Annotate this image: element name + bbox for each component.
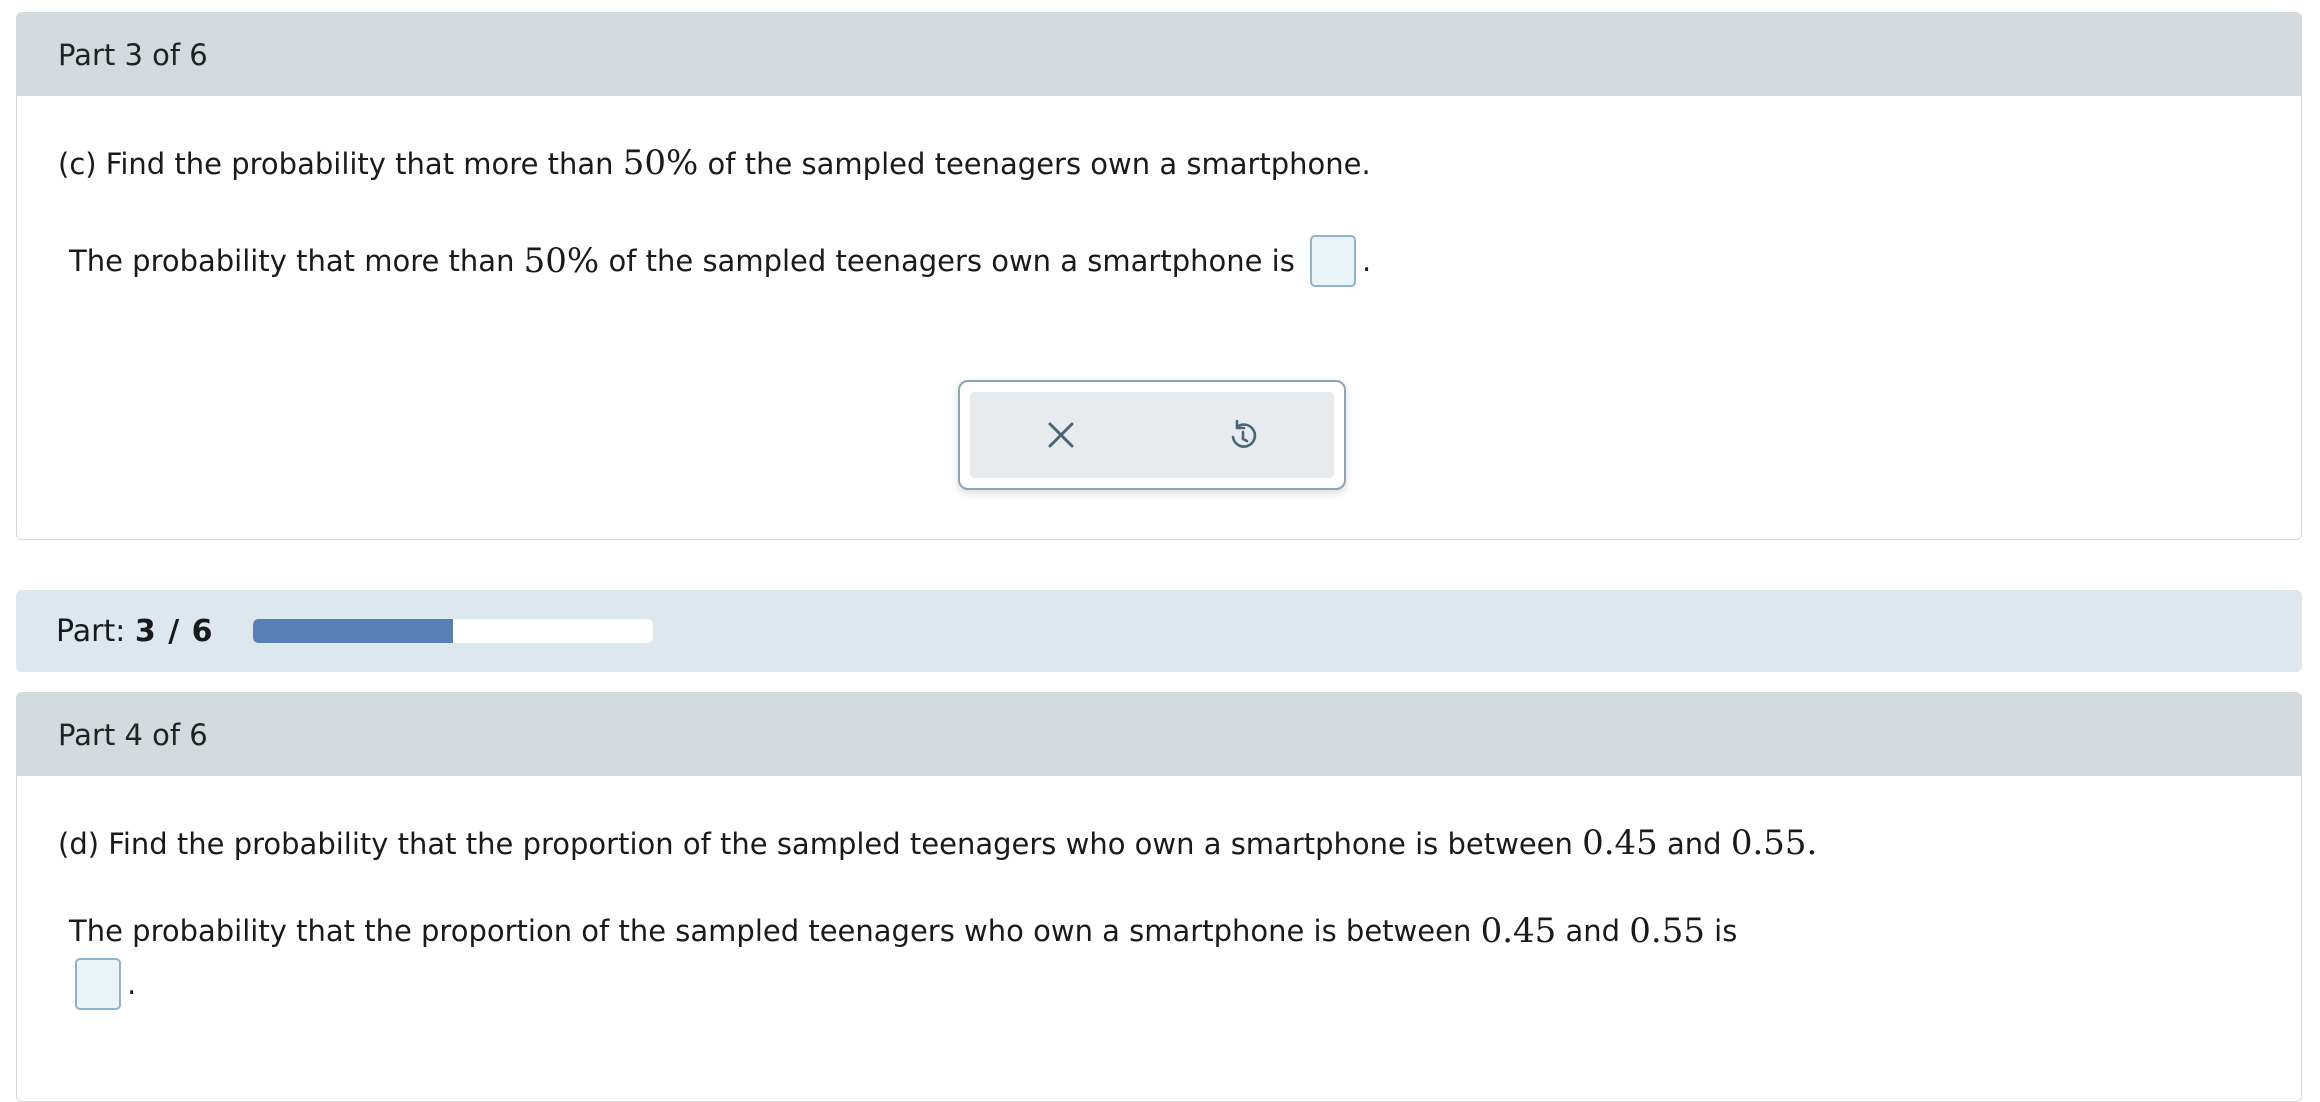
undo-icon <box>1231 419 1257 448</box>
progress-label-text: Part: <box>56 613 135 649</box>
part-4-answer-line: The probability that the proportion of t… <box>69 911 1737 951</box>
answer-period: . <box>1362 244 1372 278</box>
math-lower-bound: 0.45 <box>1480 911 1557 951</box>
question-period: . <box>1806 823 1818 863</box>
answer-period: . <box>127 967 137 1001</box>
progress-track <box>253 619 654 643</box>
part-4-answer-input[interactable] <box>75 958 121 1010</box>
part-4-card: Part 4 of 6 (d) Find the probability tha… <box>16 692 2302 1102</box>
part-4-header: Part 4 of 6 <box>17 693 2301 776</box>
question-text: (c) Find the probability that more than <box>58 147 623 181</box>
answer-tools-popup <box>958 380 1346 490</box>
progress-total: 6 <box>191 613 214 649</box>
progress-fill <box>253 619 454 643</box>
part-3-title: Part 3 of 6 <box>58 37 208 72</box>
question-text: of the sampled teenagers own a smartphon… <box>698 147 1371 181</box>
part-4-answer-input-line: . <box>75 958 136 1010</box>
progress-label: Part: 3 / 6 <box>56 614 213 649</box>
question-text: and <box>1657 827 1731 861</box>
clear-button[interactable] <box>1021 400 1101 470</box>
math-upper-bound: 0.55 <box>1730 823 1807 863</box>
progress-current: 3 <box>134 613 157 649</box>
part-4-title: Part 4 of 6 <box>58 717 208 752</box>
answer-text: of the sampled teenagers own a smartphon… <box>599 244 1305 278</box>
part-4-question: (d) Find the probability that the propor… <box>58 823 1817 863</box>
part-3-header: Part 3 of 6 <box>17 13 2301 96</box>
answer-text: and <box>1556 914 1630 948</box>
part-3-answer-line: The probability that more than 50% of th… <box>69 235 1371 287</box>
answer-tools-bar <box>970 392 1334 478</box>
part-3-answer-input[interactable] <box>1310 235 1357 287</box>
close-icon <box>1048 422 1074 448</box>
answer-text: The probability that more than <box>69 244 524 278</box>
question-text: (d) Find the probability that the propor… <box>58 827 1583 861</box>
progress-separator: / <box>156 613 192 649</box>
progress-section: Part: 3 / 6 <box>16 590 2302 672</box>
answer-text: The probability that the proportion of t… <box>69 914 1481 948</box>
math-percent: 50% <box>622 143 699 183</box>
math-upper-bound: 0.55 <box>1629 911 1705 951</box>
math-lower-bound: 0.45 <box>1582 823 1658 863</box>
part-3-question: (c) Find the probability that more than … <box>58 143 1371 183</box>
undo-button[interactable] <box>1203 400 1283 470</box>
math-percent: 50% <box>523 241 600 281</box>
answer-text: is <box>1704 914 1738 948</box>
